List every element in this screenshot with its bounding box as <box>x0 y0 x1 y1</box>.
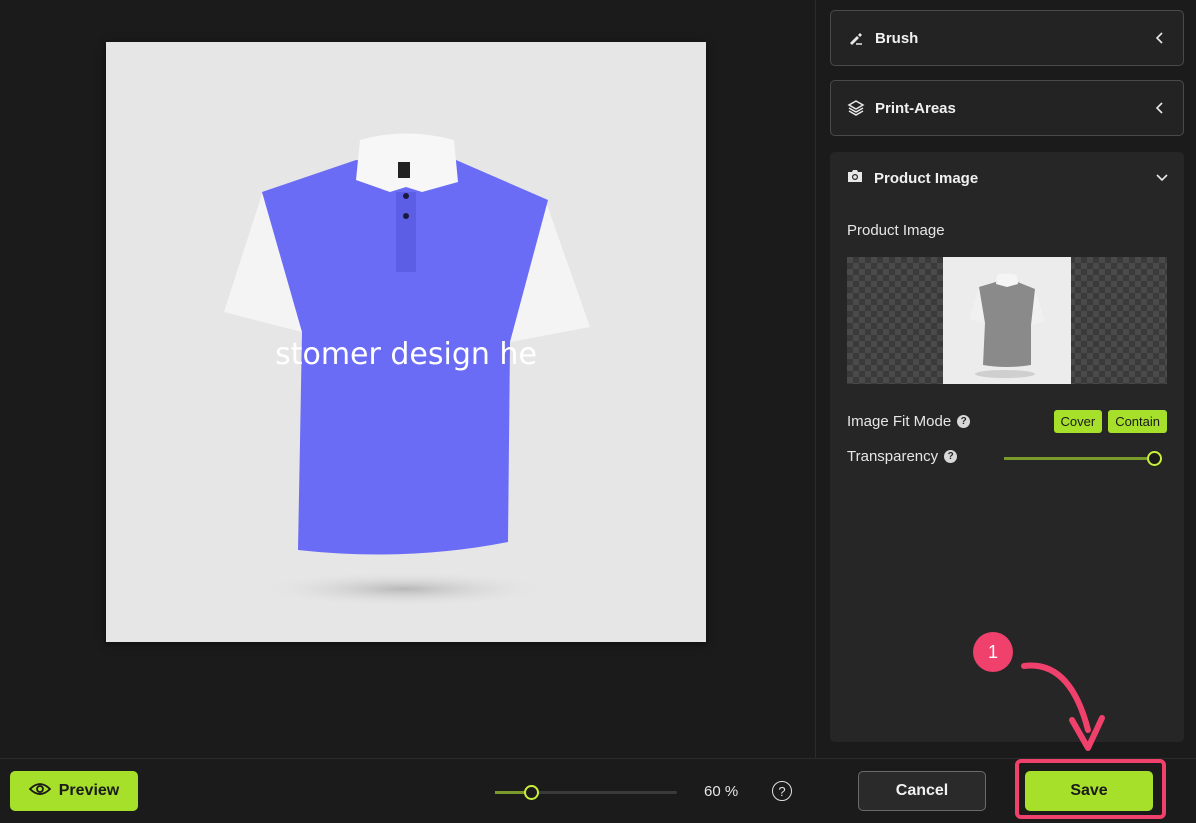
transparency-slider-fill <box>1004 457 1154 460</box>
app-window: stomer design he Brush Print-Areas Produ… <box>0 0 1196 823</box>
cancel-button[interactable]: Cancel <box>858 771 986 811</box>
annotation-arrow-icon <box>1021 662 1105 751</box>
transparency-label: Transparency <box>847 448 939 465</box>
zoom-slider-knob[interactable] <box>523 785 539 800</box>
preview-button-label: Preview <box>58 782 120 799</box>
preview-button[interactable]: Preview <box>10 771 138 811</box>
shirt-placket <box>396 192 416 272</box>
shirt-mockup: stomer design he <box>224 133 590 607</box>
shirt-tag <box>398 162 410 178</box>
transparency-slider-knob[interactable] <box>1146 451 1162 466</box>
product-image-section-header[interactable]: Product Image <box>830 152 1184 204</box>
fit-mode-label: Image Fit Mode <box>847 413 952 430</box>
print-areas-section-title: Print-Areas <box>875 99 956 117</box>
chevron-left-icon <box>1153 101 1167 115</box>
shirt-shadow <box>254 571 554 607</box>
product-image-thumbnail <box>943 257 1071 384</box>
layers-icon <box>847 99 865 117</box>
artboard[interactable]: stomer design he <box>106 42 706 642</box>
design-text: stomer design he <box>275 337 537 372</box>
help-icon[interactable]: ? <box>944 450 958 463</box>
help-icon[interactable]: ? <box>772 781 792 801</box>
brush-section-title: Brush <box>875 29 919 47</box>
product-image-label: Product Image <box>847 222 945 239</box>
print-areas-section-header[interactable]: Print-Areas <box>830 80 1184 136</box>
product-image-section-title: Product Image <box>874 169 979 187</box>
zoom-slider[interactable] <box>495 785 677 800</box>
chevron-left-icon <box>1153 31 1167 45</box>
brush-section-header[interactable]: Brush <box>830 10 1184 66</box>
step-badge: 1 <box>973 632 1013 672</box>
eye-icon <box>28 782 52 801</box>
product-image-preview[interactable] <box>847 257 1167 384</box>
save-highlight-frame <box>1015 759 1166 819</box>
brush-icon <box>847 29 865 47</box>
chevron-down-icon <box>1156 169 1168 187</box>
fit-cover-button[interactable]: Cover <box>1053 410 1103 433</box>
zoom-level: 60 % <box>704 783 739 800</box>
camera-icon <box>846 168 864 189</box>
help-icon[interactable]: ? <box>957 415 971 428</box>
fit-mode-row: Image Fit Mode ? Cover Contain <box>847 410 1167 433</box>
canvas-area: stomer design he <box>0 0 815 758</box>
transparency-slider[interactable] <box>1004 451 1162 466</box>
fit-contain-button[interactable]: Contain <box>1108 410 1167 433</box>
